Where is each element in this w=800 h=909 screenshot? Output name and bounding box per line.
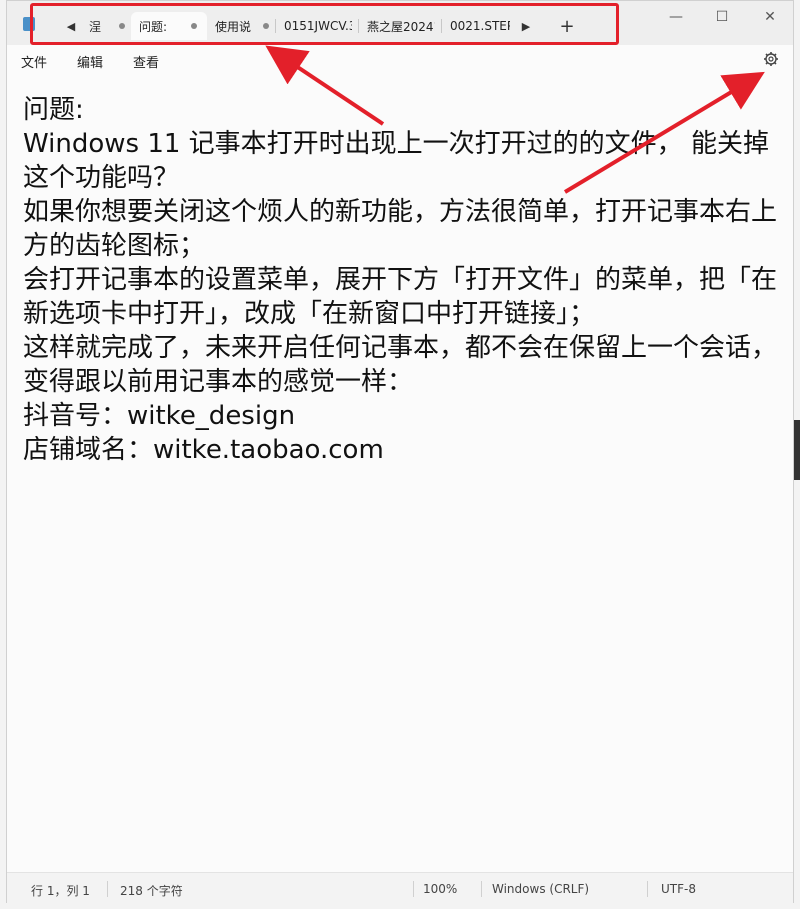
editor-line: 变得跟以前用记事本的感觉一样： [23,367,414,397]
editor-line: 这个功能吗？ [23,163,180,193]
status-divider [647,881,648,897]
maximize-button[interactable]: ☐ [699,7,745,27]
editor-line: 新选项卡中打开」，改成「在新窗口中打开链接」； [23,299,596,329]
editor-line: Windows 11 记事本打开时出现上一次打开过的的文件， 能关掉 [23,129,769,159]
editor-line: 抖音号：witke_design [23,401,296,431]
background-window-edge [794,420,800,480]
menu-edit[interactable]: 编辑 [77,52,103,71]
close-button[interactable]: ✕ [747,7,793,27]
menu-file[interactable]: 文件 [21,52,47,71]
minimize-button[interactable]: — [653,7,699,27]
status-divider [481,881,482,897]
editor-line: 如果你想要关闭这个烦人的新功能，方法很简单，打开记事本右上 [23,197,778,227]
encoding[interactable]: UTF-8 [661,882,696,896]
gear-icon[interactable] [763,51,779,67]
text-editor[interactable]: 问题: Windows 11 记事本打开时出现上一次打开过的的文件， 能关掉 这… [7,75,793,872]
editor-line: 会打开记事本的设置菜单，展开下方「打开文件」的菜单，把「在 [23,265,778,295]
line-ending[interactable]: Windows (CRLF) [492,882,589,896]
editor-line: 问题: [23,95,84,125]
char-count: 218 个字符 [120,884,183,898]
cursor-position: 行 1，列 1 [31,884,90,898]
status-divider [107,881,108,897]
editor-line: 这样就完成了，未来开启任何记事本，都不会在保留上一个会话， [23,333,778,363]
menu-view[interactable]: 查看 [133,52,159,71]
zoom-level[interactable]: 100% [423,882,457,896]
editor-line: 店铺域名：witke.taobao.com [23,435,384,465]
status-divider [413,881,414,897]
editor-line: 方的齿轮图标； [23,231,206,261]
tab-strip-highlight [30,3,619,45]
status-bar: 行 1，列 1 218 个字符 100% Windows (CRLF) UTF-… [7,872,793,904]
notepad-window: ◀ 浧 问题: 使用说 0151JWCV.3c 燕之屋20241 [6,0,794,904]
menu-bar: 文件 编辑 查看 [7,45,793,75]
